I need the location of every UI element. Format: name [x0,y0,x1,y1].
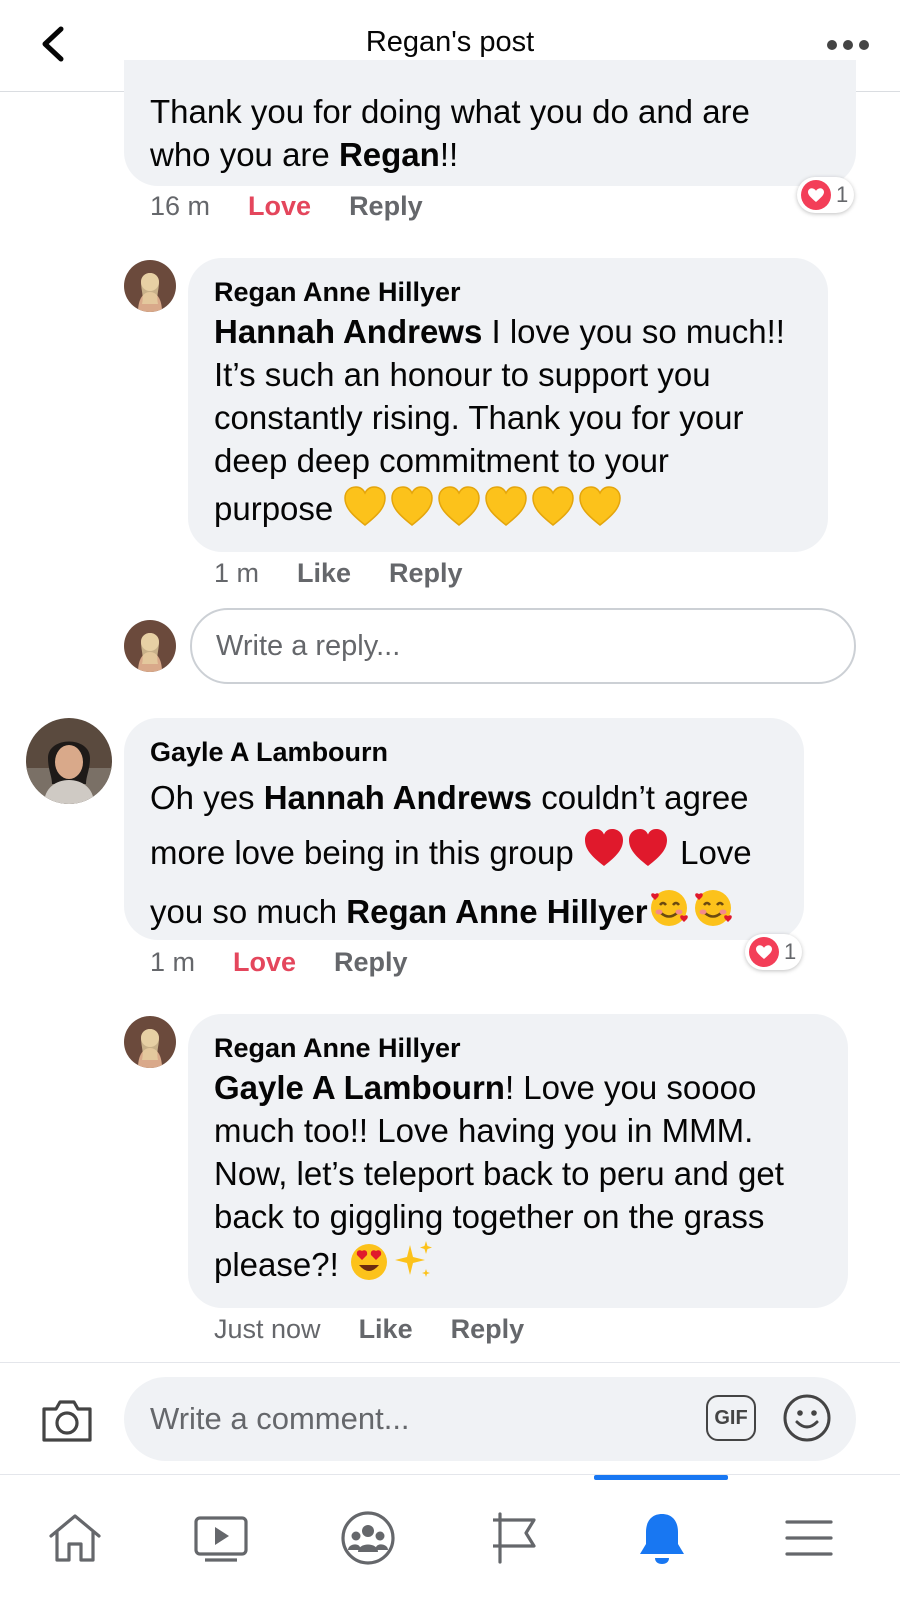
mention[interactable]: Regan Anne Hillyer [346,893,647,930]
tab-menu[interactable] [734,1475,884,1601]
love-button[interactable]: Love [233,947,296,978]
comment-composer: Write a comment... GIF [0,1362,900,1474]
comment-bubble: Regan Anne Hillyer Hannah Andrews I love… [188,258,828,552]
reply-input[interactable]: Write a reply... [190,608,856,684]
love-button[interactable]: Love [248,191,311,222]
comment-input[interactable]: Write a comment... GIF [124,1377,856,1461]
comment-meta: 16 m Love Reply [150,191,423,222]
comment-author[interactable]: Gayle A Lambourn [150,734,784,770]
gif-button[interactable]: GIF [706,1395,756,1441]
comment-bubble: Gayle A Lambourn Oh yes Hannah Andrews c… [124,718,804,940]
mention[interactable]: Hannah Andrews [214,313,482,350]
mention[interactable]: Gayle A Lambourn [214,1069,505,1106]
profile-photo [124,1016,176,1068]
timestamp: Just now [214,1314,321,1344]
comment-bubble: Regan Anne Hillyer Gayle A Lambourn! Lov… [188,1014,848,1308]
camera-icon [42,1400,92,1442]
like-button[interactable]: Like [359,1314,413,1345]
avatar [124,620,176,672]
page-title: Regan's post [365,26,535,58]
tab-groups[interactable] [293,1475,443,1601]
camera-button[interactable] [40,1399,94,1448]
menu-icon [785,1520,833,1556]
comment-author[interactable]: Regan Anne Hillyer [214,1030,828,1066]
heart-reaction-icon [749,937,779,967]
comment-meta: 1 m Love Reply [150,947,408,978]
more-dots-icon [827,40,869,50]
timestamp: 1 m [150,947,196,977]
more-options-button[interactable] [826,38,870,52]
timestamp: 16 m [150,191,211,221]
reaction-count: 1 [836,182,849,207]
avatar[interactable] [26,718,112,804]
yellow-heart-icons [342,484,624,538]
notifications-bell-icon [640,1514,684,1564]
profile-photo [124,620,176,672]
smiley-icon [783,1394,831,1442]
like-button[interactable]: Like [297,558,351,589]
profile-photo [124,260,176,312]
emoji-button[interactable] [782,1393,832,1451]
bottom-tab-bar [0,1474,900,1600]
profile-photo [26,718,112,804]
avatar[interactable] [124,260,176,312]
comment-bubble: Thank you for doing what you do and are … [124,60,856,186]
mention[interactable]: Hannah Andrews [264,779,532,816]
tab-notifications[interactable] [587,1475,737,1601]
timestamp: 1 m [214,558,260,588]
video-icon [194,1516,248,1562]
red-heart-icons [583,826,671,884]
tab-pages[interactable] [440,1475,590,1601]
reply-button[interactable]: Reply [334,947,408,978]
home-icon [49,1514,101,1562]
reaction-badge[interactable]: 1 [745,934,803,970]
heart-reaction-icon [801,180,831,210]
tab-home[interactable] [0,1475,150,1601]
tab-watch[interactable] [146,1475,296,1601]
comment-placeholder: Write a comment... [150,1401,410,1436]
reply-button[interactable]: Reply [349,191,423,222]
mention[interactable]: Regan [339,136,440,173]
reaction-badge[interactable]: 1 [797,177,855,213]
reply-button[interactable]: Reply [389,558,463,589]
comment-text: Thank you for doing what you do and are [150,93,750,130]
reaction-count: 1 [784,939,797,964]
pages-flag-icon [493,1512,536,1564]
heart-eyes-and-sparkles-icons [348,1241,436,1293]
reply-placeholder: Write a reply... [216,629,401,662]
comment-author[interactable]: Regan Anne Hillyer [214,274,804,310]
comment-meta: 1 m Like Reply [214,558,463,589]
comment-meta: Just now Like Reply [214,1314,524,1345]
smiling-hearts-face-icons [648,886,736,944]
groups-icon [341,1511,395,1565]
reply-button[interactable]: Reply [451,1314,525,1345]
avatar[interactable] [124,1016,176,1068]
